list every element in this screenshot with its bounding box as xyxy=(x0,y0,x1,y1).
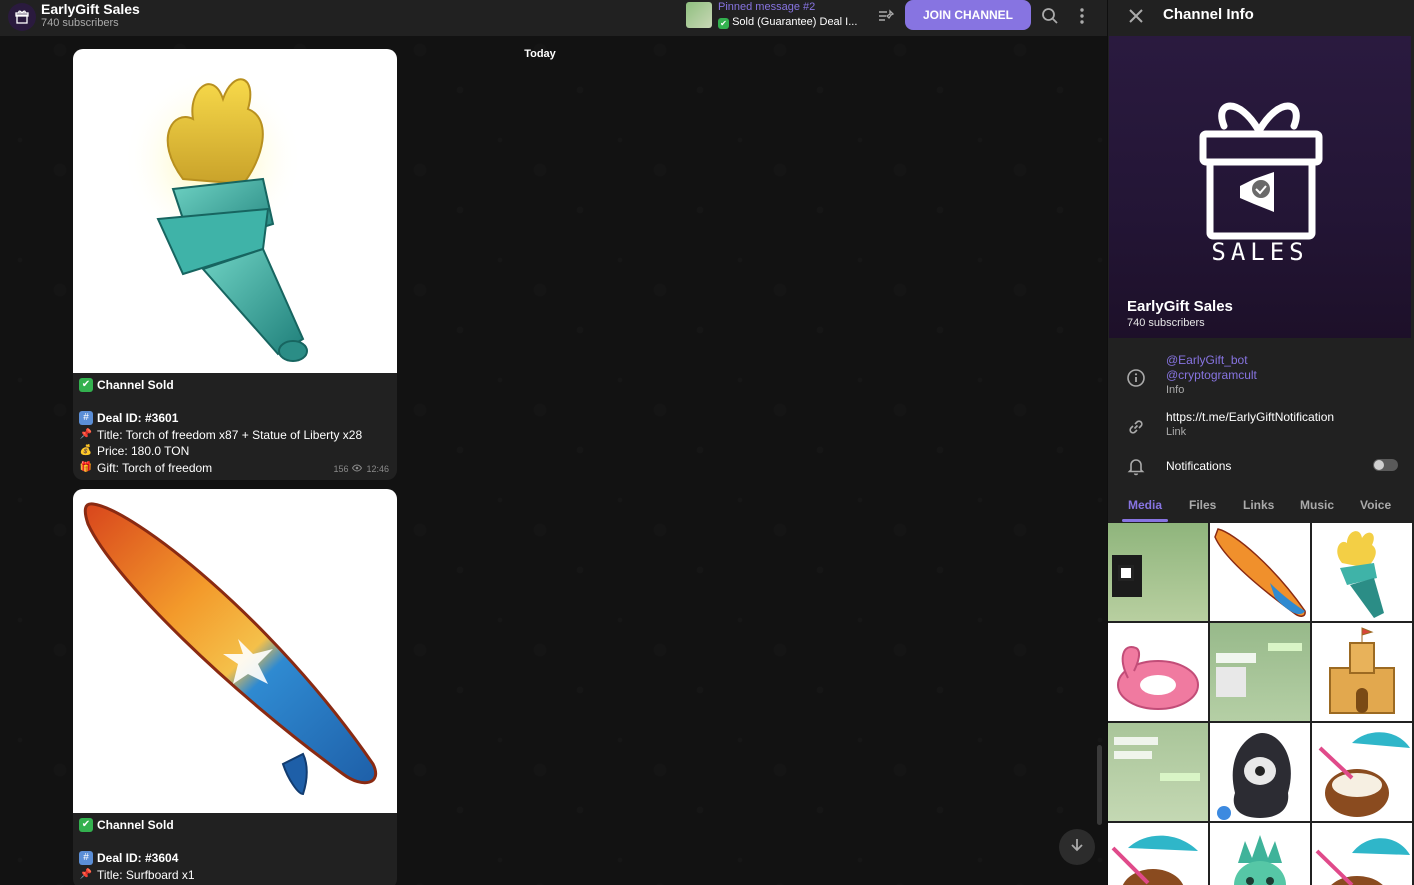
cover-brand-text: SALES xyxy=(1211,238,1309,266)
notifications-row[interactable]: Notifications xyxy=(1108,452,1414,480)
pushpin-emoji-icon: 📌 xyxy=(79,428,93,440)
search-icon[interactable] xyxy=(1040,6,1060,26)
more-vertical-icon[interactable] xyxy=(1072,6,1092,26)
media-tabs: Media Files Links Music Voice xyxy=(1108,493,1414,523)
info-circle-icon xyxy=(1126,368,1146,388)
link-row[interactable]: https://t.me/EarlyGiftNotification Link xyxy=(1108,409,1414,445)
panel-title: Channel Info xyxy=(1163,6,1254,23)
gift-emoji-icon: 🎁 xyxy=(79,461,93,473)
chat-scrollbar[interactable] xyxy=(1097,745,1102,825)
chat-header[interactable]: EarlyGift Sales 740 subscribers Pinned m… xyxy=(0,0,1107,36)
surfboard-gift-image[interactable] xyxy=(73,489,397,813)
pinned-label: Pinned message #2 xyxy=(718,1,816,13)
info-row[interactable]: @EarlyGift_bot @cryptogramcult Info xyxy=(1108,352,1414,402)
message-text: ✔ Channel Sold # Deal ID: #3604 📌 Title: Su… xyxy=(73,813,397,885)
media-thumb-surfboard[interactable] xyxy=(1210,523,1310,621)
media-thumb-screenshot[interactable] xyxy=(1210,623,1310,721)
cover-subscribers: 740 subscribers xyxy=(1127,317,1205,329)
scroll-to-bottom-button[interactable] xyxy=(1059,829,1095,865)
check-emoji-icon: ✔ xyxy=(79,818,93,833)
message-time: 12:46 xyxy=(366,463,389,474)
pinned-text-content: Sold (Guarantee) Deal I... xyxy=(732,16,858,28)
arrow-down-icon xyxy=(1068,836,1086,859)
sales-gift-logo xyxy=(1199,102,1323,240)
link-icon xyxy=(1126,417,1146,437)
tab-music[interactable]: Music xyxy=(1300,498,1334,512)
tab-links[interactable]: Links xyxy=(1243,498,1274,512)
media-thumb-screenshot[interactable] xyxy=(1108,523,1208,621)
deal-id-text: Deal ID: #3604 xyxy=(97,851,179,865)
info-caption: Info xyxy=(1166,384,1185,396)
message-meta: 156 12:46 xyxy=(333,461,389,478)
media-thumb-liberty-statue[interactable] xyxy=(1210,823,1310,885)
active-tab-indicator xyxy=(1122,519,1168,522)
pushpin-emoji-icon: 📌 xyxy=(79,868,93,880)
cover-channel-name: EarlyGift Sales xyxy=(1127,298,1233,315)
check-emoji-icon: ✔ xyxy=(79,378,93,393)
media-thumb-coconut-drink[interactable] xyxy=(1312,823,1412,885)
pinned-message-bar[interactable]: Pinned message #2 ✔ Sold (Guarantee) Dea… xyxy=(686,1,866,33)
media-thumb-hooded-figure[interactable] xyxy=(1210,723,1310,821)
date-separator: Today xyxy=(524,48,556,60)
chat-area: EarlyGift Sales 740 subscribers Pinned m… xyxy=(0,0,1107,885)
pin-list-icon[interactable] xyxy=(876,7,896,27)
media-thumb-sandcastle[interactable] xyxy=(1312,623,1412,721)
channel-info-panel: Channel Info SALES EarlyGift Sales 740 s… xyxy=(1107,0,1414,885)
tab-media[interactable]: Media xyxy=(1128,498,1162,512)
channel-subscribers: 740 subscribers xyxy=(41,17,119,29)
media-thumb-flamingo-float[interactable] xyxy=(1108,623,1208,721)
media-thumb-torch[interactable] xyxy=(1312,523,1412,621)
message-text: ✔ Channel Sold # Deal ID: #3601 📌 Title: To… xyxy=(73,373,397,480)
media-thumb-coconut-drink[interactable] xyxy=(1312,723,1412,821)
channel-avatar-icon[interactable] xyxy=(8,3,36,31)
status-text: Channel Sold xyxy=(97,378,174,392)
message-bubble[interactable]: ✔ Channel Sold # Deal ID: #3604 📌 Title: Su… xyxy=(73,489,397,885)
message-bubble[interactable]: ✔ Channel Sold # Deal ID: #3601 📌 Title: To… xyxy=(73,49,397,480)
title-text: Title: Torch of freedom x87 + Statue of … xyxy=(97,427,363,442)
bot-link[interactable]: @EarlyGift_bot xyxy=(1166,353,1257,368)
invite-link[interactable]: https://t.me/EarlyGiftNotification xyxy=(1166,410,1334,425)
torch-gift-image[interactable] xyxy=(73,49,397,373)
hash-emoji-icon: # xyxy=(79,411,93,426)
status-text: Channel Sold xyxy=(97,818,174,832)
check-emoji-icon: ✔ xyxy=(718,18,729,29)
media-thumb-coconut-drink[interactable] xyxy=(1108,823,1208,885)
media-thumb-screenshot[interactable] xyxy=(1108,723,1208,821)
channel-title[interactable]: EarlyGift Sales xyxy=(41,1,140,17)
link-caption: Link xyxy=(1166,426,1187,438)
join-channel-button[interactable]: JOIN CHANNEL xyxy=(905,0,1031,30)
close-icon[interactable] xyxy=(1126,6,1146,26)
tab-voice[interactable]: Voice xyxy=(1360,498,1391,512)
price-text: Price: 180.0 TON xyxy=(97,444,190,458)
channel-link[interactable]: @cryptogramcult xyxy=(1166,368,1257,383)
hash-emoji-icon: # xyxy=(79,851,93,866)
deal-id-text: Deal ID: #3601 xyxy=(97,411,179,425)
views-count: 156 xyxy=(333,463,349,474)
channel-cover[interactable]: SALES EarlyGift Sales 740 subscribers xyxy=(1109,36,1411,338)
notifications-label: Notifications xyxy=(1166,459,1232,473)
telegram-app: EarlyGift Sales 740 subscribers Pinned m… xyxy=(0,0,1414,885)
pinned-text: ✔ Sold (Guarantee) Deal I... xyxy=(718,16,857,29)
title-text: Title: Surfboard x1 xyxy=(97,867,195,882)
toggle-knob xyxy=(1374,460,1384,470)
money-bag-emoji-icon: 💰 xyxy=(79,445,93,456)
tab-files[interactable]: Files xyxy=(1189,498,1216,512)
pinned-thumbnail xyxy=(686,2,712,28)
notifications-toggle[interactable] xyxy=(1373,459,1398,471)
eye-icon xyxy=(352,461,363,478)
bell-icon xyxy=(1126,456,1146,476)
panel-header: Channel Info xyxy=(1108,0,1414,36)
gift-text: Gift: Torch of freedom xyxy=(97,460,213,475)
